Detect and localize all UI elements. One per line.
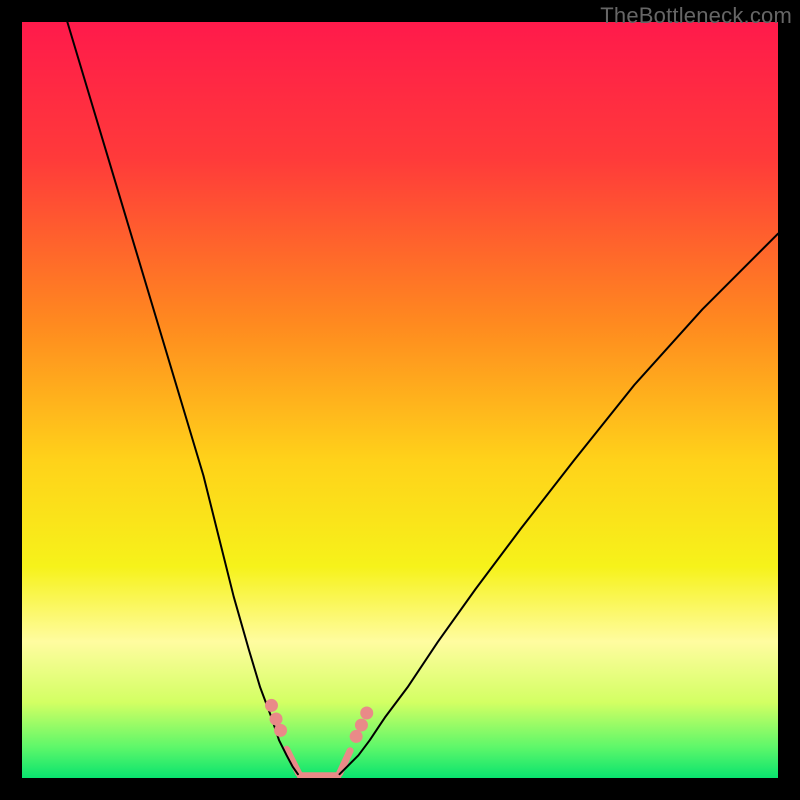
watermark-text: TheBottleneck.com	[600, 3, 792, 29]
bottleneck-chart	[22, 22, 778, 778]
chart-frame	[22, 22, 778, 778]
chart-background	[22, 22, 778, 778]
